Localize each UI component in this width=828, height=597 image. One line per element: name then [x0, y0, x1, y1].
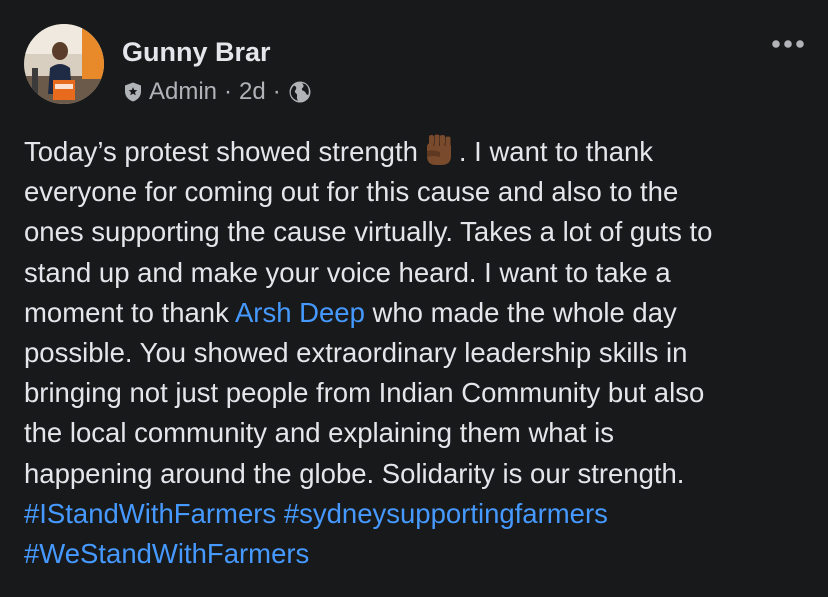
- separator: ·: [272, 78, 281, 105]
- more-options-icon[interactable]: [770, 34, 806, 54]
- globe-icon[interactable]: [288, 80, 312, 104]
- raised-fist-emoji: [422, 134, 456, 168]
- shield-badge-icon: [122, 81, 144, 103]
- mention-link[interactable]: Arsh Deep: [235, 297, 365, 328]
- post-body: Today’s protest showed strength . I want…: [24, 132, 814, 574]
- body-text-segment: Today’s protest showed strength: [24, 136, 418, 167]
- body-line: everyone for coming out for this cause a…: [24, 176, 679, 208]
- body-line: ones supporting the cause virtually. Tak…: [24, 216, 713, 248]
- body-line: possible. You showed extraordinary leade…: [24, 337, 688, 369]
- post-time[interactable]: 2d: [239, 78, 266, 106]
- role-label: Admin: [149, 78, 218, 105]
- hashtag-link[interactable]: #WeStandWithFarmers: [24, 538, 309, 569]
- body-text-segment: . I want to thank: [458, 136, 654, 167]
- body-text-segment: who made the whole day: [364, 296, 677, 328]
- facebook-post: Gunny Brar Admin · 2d · Today’s protest …: [0, 0, 828, 597]
- hashtag-link[interactable]: #sydneysupportingfarmers: [284, 498, 608, 529]
- separator: ·: [224, 78, 233, 105]
- body-line: bringing not just people from Indian Com…: [24, 377, 705, 409]
- body-text-segment: moment to thank: [24, 296, 235, 328]
- hashtag-link[interactable]: #IStandWithFarmers: [24, 498, 276, 529]
- body-line: moment to thank Arsh Deep who made the w…: [24, 293, 814, 333]
- author-name[interactable]: Gunny Brar: [122, 36, 271, 68]
- body-line: happening around the globe. Solidarity i…: [24, 457, 685, 489]
- post-meta: Admin · 2d ·: [122, 77, 312, 107]
- avatar-photo: [24, 24, 104, 104]
- hashtag-line: #IStandWithFarmers #sydneysupportingfarm…: [24, 494, 814, 534]
- body-line: stand up and make your voice heard. I wa…: [24, 256, 671, 288]
- body-line: Today’s protest showed strength . I want…: [24, 132, 814, 172]
- author-avatar[interactable]: [24, 24, 104, 104]
- hashtag-line: #WeStandWithFarmers: [24, 534, 814, 574]
- body-line: the local community and explaining them …: [24, 417, 615, 449]
